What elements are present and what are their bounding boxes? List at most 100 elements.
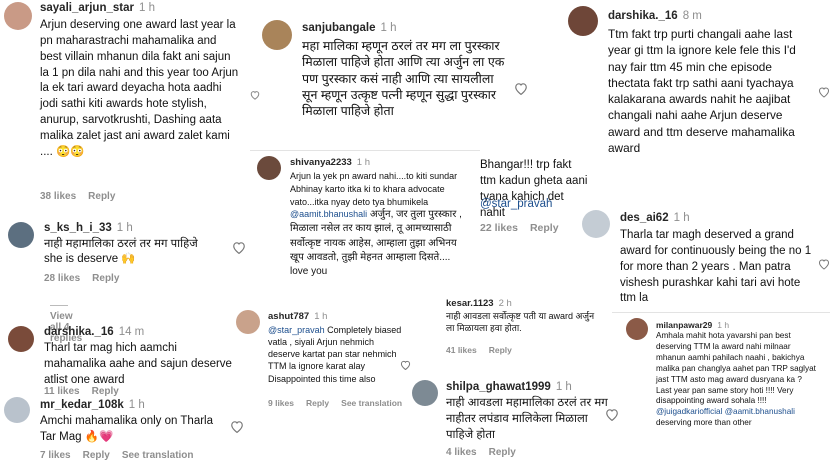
username[interactable]: mr_kedar_108k 1 h xyxy=(40,399,145,411)
comment-meta: 9 likes Reply See translation xyxy=(268,398,414,408)
comment-meta: 4 likes Reply xyxy=(446,447,528,458)
username-text[interactable]: des_ai62 xyxy=(620,212,669,224)
comment-text: Tharla tar magh deserved a grand award f… xyxy=(620,229,812,305)
heart-icon[interactable] xyxy=(230,420,244,433)
avatar[interactable] xyxy=(8,326,34,352)
timestamp: 1 h xyxy=(314,311,328,322)
comment-text: she is deserve 🙌 xyxy=(44,253,136,265)
mention-link[interactable]: @aamit.bhanushali xyxy=(290,209,367,219)
username[interactable]: s_ks_h_i_33 1 h xyxy=(44,222,133,234)
username[interactable]: darshika._16 8 m xyxy=(608,10,702,22)
avatar[interactable] xyxy=(582,210,610,238)
timestamp: 1 h xyxy=(380,22,397,34)
timestamp: 1 h xyxy=(673,212,690,224)
comment-meta: 11 likes Reply xyxy=(44,386,131,397)
timestamp: 1 h xyxy=(555,381,572,393)
username-text[interactable]: mr_kedar_108k xyxy=(40,399,124,411)
timestamp: 1 h xyxy=(128,399,145,411)
heart-icon[interactable] xyxy=(818,86,830,98)
reply-button[interactable]: Reply xyxy=(92,273,119,284)
comment-text: @star_pravah Completely biased vatla , s… xyxy=(268,324,403,385)
username[interactable]: kesar.1123 2 h xyxy=(446,298,512,309)
comment-text: Tharl tar mag hich aamchi mahamalika aah… xyxy=(44,342,232,386)
heart-icon[interactable] xyxy=(400,360,411,370)
mention-link[interactable]: @star_pravah xyxy=(480,197,552,213)
comment-text: Arjun deserving one award last year la p… xyxy=(40,19,239,158)
reply-button[interactable]: Reply xyxy=(530,222,559,234)
username-text[interactable]: kesar.1123 xyxy=(446,298,494,309)
comment-meta: 41 likes Reply xyxy=(446,345,524,355)
heart-icon[interactable] xyxy=(250,90,260,100)
username[interactable]: darshika._16 14 m xyxy=(44,326,144,338)
likes-count[interactable]: 22 likes xyxy=(480,222,518,234)
comment-text: Ttm fakt trp purti changali aahe last ye… xyxy=(608,27,796,155)
reply-button[interactable]: Reply xyxy=(92,386,119,397)
reply-button[interactable]: Reply xyxy=(306,398,329,408)
comment-text-part: Amhala mahit hota yavarshi pan best dese… xyxy=(656,331,816,406)
username[interactable]: sanjubangale 1 h xyxy=(302,22,397,34)
mention-link[interactable]: @aamit.bhanushali xyxy=(725,407,795,416)
username-text[interactable]: darshika._16 xyxy=(608,10,678,22)
timestamp: 1 h xyxy=(717,320,730,330)
timestamp: 2 h xyxy=(498,298,512,309)
username[interactable]: ashut787 1 h xyxy=(268,311,327,322)
avatar[interactable] xyxy=(568,6,598,36)
reply-button[interactable]: Reply xyxy=(489,447,516,458)
username-text[interactable]: shivanya2233 xyxy=(290,157,352,168)
comment-text: Arjun la yek pn award nahi....to kiti su… xyxy=(290,170,470,279)
username[interactable]: milanpawar29 1 h xyxy=(656,320,729,330)
timestamp: 1 h xyxy=(116,222,133,234)
username-text[interactable]: milanpawar29 xyxy=(656,320,712,330)
comment-meta: 7 likes Reply See translation xyxy=(40,450,206,461)
avatar[interactable] xyxy=(4,2,32,30)
avatar[interactable] xyxy=(412,380,438,406)
comment-text: महा मालिका म्हणून ठरलं तर मग ला पुरस्कार… xyxy=(302,39,505,118)
username[interactable]: des_ai62 1 h xyxy=(620,212,690,224)
divider xyxy=(250,150,480,151)
username[interactable]: shilpa_ghawat1999 1 h xyxy=(446,381,572,393)
username-text[interactable]: shilpa_ghawat1999 xyxy=(446,381,551,393)
timestamp: 8 m xyxy=(682,10,702,22)
comment-text: नाही आवडला सर्वोत्कृष्ट पती या award अर्… xyxy=(446,311,595,334)
likes-count[interactable]: 38 likes xyxy=(40,191,76,202)
heart-icon[interactable] xyxy=(514,82,528,95)
likes-count[interactable]: 4 likes xyxy=(446,447,477,458)
comment-text: नाही आवडला महामालिका ठरलं तर मग नाहीतर ल… xyxy=(446,397,608,441)
comment-meta: 28 likes Reply xyxy=(44,273,131,284)
username-text[interactable]: s_ks_h_i_33 xyxy=(44,222,112,234)
comment-meta: 38 likes Reply xyxy=(40,191,127,202)
mention-link[interactable]: @juigadkariofficial xyxy=(656,407,722,416)
heart-icon[interactable] xyxy=(232,241,246,254)
username-text[interactable]: sanjubangale xyxy=(302,22,376,34)
avatar[interactable] xyxy=(262,20,292,50)
username-text[interactable]: ashut787 xyxy=(268,311,309,322)
avatar[interactable] xyxy=(8,222,34,248)
mention-link[interactable]: @star_pravah xyxy=(268,325,325,335)
likes-count[interactable]: 28 likes xyxy=(44,273,80,284)
username[interactable]: shivanya2233 1 h xyxy=(290,157,370,168)
reply-button[interactable]: Reply xyxy=(83,450,110,461)
likes-count[interactable]: 41 likes xyxy=(446,345,477,355)
see-translation-button[interactable]: See translation xyxy=(341,398,402,408)
avatar[interactable] xyxy=(257,156,281,180)
divider xyxy=(612,312,830,313)
timestamp: 14 m xyxy=(118,326,145,338)
likes-count[interactable]: 7 likes xyxy=(40,450,71,461)
avatar[interactable] xyxy=(626,318,648,340)
username-text[interactable]: darshika._16 xyxy=(44,326,114,338)
username[interactable]: sayali_arjun_star 1 h xyxy=(40,2,155,14)
heart-icon[interactable] xyxy=(818,258,830,270)
avatar[interactable] xyxy=(4,397,30,423)
likes-count[interactable]: 11 likes xyxy=(44,386,80,397)
username-text[interactable]: sayali_arjun_star xyxy=(40,2,134,14)
comment-text-part: Arjun la yek pn award nahi....to kiti su… xyxy=(290,171,458,207)
likes-count[interactable]: 9 likes xyxy=(268,398,294,408)
see-translation-button[interactable]: See translation xyxy=(122,450,194,461)
comment-text: नाही महामालिका ठरलं तर मग पाहिजे xyxy=(44,238,198,250)
avatar[interactable] xyxy=(236,310,260,334)
reply-button[interactable]: Reply xyxy=(489,345,512,355)
comment-text: Amchi mahamalika only on Tharla Tar Mag … xyxy=(40,415,214,443)
heart-icon[interactable] xyxy=(605,408,619,421)
reply-button[interactable]: Reply xyxy=(88,191,115,202)
comment-text: Amhala mahit hota yavarshi pan best dese… xyxy=(656,331,816,429)
